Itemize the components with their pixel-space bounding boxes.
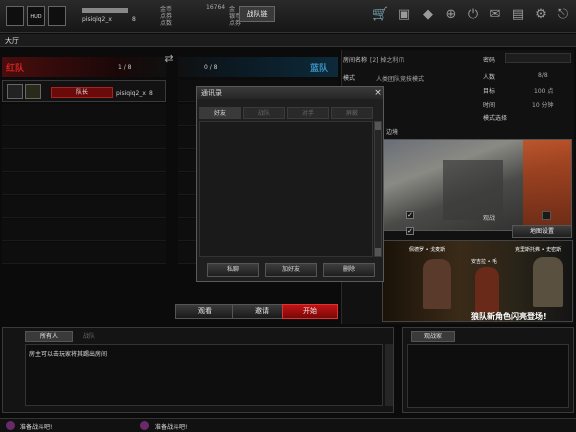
chat-message: 房主可以击玩家将其踢出房间 bbox=[29, 351, 108, 358]
red-player-name: pisiqiq2_x bbox=[116, 90, 146, 97]
status-bar: 准备战斗吧! 准备战斗吧! bbox=[0, 418, 576, 432]
room-name-value: [2] 掉之利爪 bbox=[370, 57, 405, 64]
wolf-icon[interactable]: ◆ bbox=[420, 7, 436, 23]
achievement-icon[interactable]: ⊕ bbox=[443, 7, 459, 23]
red-slot-5[interactable] bbox=[2, 173, 166, 195]
ready-message-2: 准备战斗吧! bbox=[155, 424, 188, 431]
blue-team-header: 0 / 8 蓝队 bbox=[178, 57, 338, 77]
target-label: 目标 bbox=[483, 88, 496, 95]
tab-clan[interactable]: 战队 bbox=[243, 107, 285, 119]
watch-button[interactable]: 观看 bbox=[175, 304, 235, 319]
red-slot-6[interactable] bbox=[2, 196, 166, 218]
shop-cart-icon[interactable]: 🛒 bbox=[372, 7, 388, 23]
spectator-title: 观战家 bbox=[411, 331, 455, 342]
mode-value: 人类团队竞技模式 bbox=[376, 76, 425, 83]
target-value: 100 点 bbox=[534, 88, 554, 95]
time-value: 10 分钟 bbox=[532, 102, 554, 109]
red-team-name: 红队 bbox=[6, 64, 25, 74]
alert-icon-2 bbox=[140, 421, 149, 430]
scroll-down-arrow[interactable] bbox=[375, 248, 381, 256]
player-hud-icon bbox=[7, 84, 23, 99]
blue-team-name: 蓝队 bbox=[310, 64, 329, 74]
tab-rivals[interactable]: 对手 bbox=[287, 107, 329, 119]
blue-team-count: 0 / 8 bbox=[204, 64, 218, 71]
delete-button[interactable]: 删除 bbox=[323, 263, 375, 277]
banner-slogan: 狼队新角色闪亮登场! bbox=[471, 312, 547, 321]
map-name: 边境 bbox=[386, 129, 399, 136]
chat-scrollbar[interactable] bbox=[385, 344, 393, 406]
alert-icon-1 bbox=[6, 421, 15, 430]
chat-panel: 所有人 战队 房主可以击玩家将其踢出房间 bbox=[2, 327, 394, 413]
settings-gear-icon[interactable]: ⚙ bbox=[533, 7, 549, 23]
mail-icon[interactable]: ✉ bbox=[487, 7, 503, 23]
players-label: 人数 bbox=[483, 74, 496, 81]
rank-icon bbox=[48, 6, 66, 26]
news-icon[interactable]: ▤ bbox=[510, 7, 526, 23]
spectator-panel: 观战家 bbox=[402, 327, 574, 413]
clan-button[interactable]: 战队链 bbox=[239, 6, 275, 22]
red-slot-7[interactable] bbox=[2, 219, 166, 241]
whisper-button[interactable]: 私聊 bbox=[207, 263, 259, 277]
close-icon[interactable]: × bbox=[373, 87, 383, 99]
player-name: pisiqiq2_x bbox=[82, 16, 112, 23]
swap-team-icon[interactable]: ⇄ bbox=[162, 52, 176, 66]
currency-3-label: 点数 bbox=[160, 20, 173, 27]
character-2-figure bbox=[475, 267, 499, 313]
password-label: 密码 bbox=[483, 57, 496, 64]
contact-list[interactable] bbox=[199, 121, 373, 257]
mode-label: 模式 bbox=[343, 75, 356, 82]
top-bar: HUD pisiqiq2_x 8 金币 点券 点数 16764 金 银币 点券 … bbox=[0, 0, 576, 33]
chat-tab-clan[interactable]: 战队 bbox=[83, 331, 113, 342]
new-character-banner[interactable]: 佩德罗 • 戈麦斯 安吉拉 • 毛 克里斯托弗 • 史密斯 狼队新角色闪亮登场! bbox=[382, 240, 573, 322]
password-field[interactable] bbox=[505, 53, 571, 63]
red-slot-3[interactable] bbox=[2, 127, 166, 149]
hud-badge: HUD bbox=[27, 6, 45, 26]
spectator-list[interactable] bbox=[407, 344, 569, 408]
lobby-bar: 大厅 bbox=[0, 34, 576, 47]
banner-character-2: 安吉拉 • 毛 bbox=[471, 259, 498, 265]
ready-message-1: 准备战斗吧! bbox=[20, 424, 53, 431]
banner-character-3: 克里斯托弗 • 史密斯 bbox=[515, 247, 562, 253]
address-book-dialog: 通讯录 × 好友 战队 对手 屏蔽 私聊 加好友 删除 bbox=[196, 86, 384, 282]
avatar[interactable] bbox=[6, 6, 24, 26]
red-slot-4[interactable] bbox=[2, 150, 166, 172]
character-3-figure bbox=[533, 257, 563, 307]
player-rank: 8 bbox=[132, 16, 136, 23]
players-value: 8/8 bbox=[538, 72, 548, 79]
inventory-icon[interactable]: ▣ bbox=[396, 7, 412, 23]
option-checkbox-2[interactable]: ✓ bbox=[406, 227, 414, 235]
red-team-count: 1 / 8 bbox=[118, 64, 132, 71]
character-1-figure bbox=[423, 259, 451, 309]
exit-icon[interactable]: ⎋ bbox=[555, 7, 571, 23]
red-slot-8[interactable] bbox=[2, 242, 166, 264]
mode-select-label: 模式选择 bbox=[483, 115, 508, 122]
player-rank-icon bbox=[25, 84, 41, 99]
leader-badge: 队长 bbox=[51, 87, 113, 98]
map-building-shape bbox=[443, 160, 503, 220]
stat-value: 16764 bbox=[206, 4, 226, 11]
red-player-rank: 8 bbox=[149, 90, 153, 97]
add-friend-button[interactable]: 加好友 bbox=[265, 263, 317, 277]
map-settings-button[interactable]: 地图设置 bbox=[512, 225, 572, 238]
dialog-title: 通讯录 bbox=[197, 87, 383, 99]
chat-tab-all[interactable]: 所有人 bbox=[25, 331, 73, 342]
banner-character-1: 佩德罗 • 戈麦斯 bbox=[409, 247, 446, 253]
tab-friends[interactable]: 好友 bbox=[199, 107, 241, 119]
room-name-label: 房间名称 bbox=[343, 57, 368, 64]
red-team-header: 红队 1 / 8 bbox=[2, 57, 166, 77]
lobby-title: 大厅 bbox=[5, 37, 19, 45]
observe-label: 观战 bbox=[483, 215, 496, 222]
option-checkbox-1[interactable]: ✓ bbox=[406, 211, 414, 219]
scroll-up-arrow[interactable] bbox=[375, 122, 381, 130]
red-slot-2[interactable] bbox=[2, 104, 166, 126]
red-slot-1[interactable]: 队长 pisiqiq2_x 8 bbox=[2, 80, 166, 102]
contact-list-scrollbar[interactable] bbox=[374, 121, 382, 257]
chat-log[interactable]: 房主可以击玩家将其踢出房间 bbox=[25, 344, 383, 406]
observe-checkbox[interactable] bbox=[542, 211, 551, 220]
power-icon[interactable]: ⏻ bbox=[465, 7, 481, 23]
time-label: 时间 bbox=[483, 102, 496, 109]
exp-bar bbox=[82, 8, 128, 13]
start-button[interactable]: 开始 bbox=[282, 304, 338, 319]
tab-blocked[interactable]: 屏蔽 bbox=[331, 107, 373, 119]
